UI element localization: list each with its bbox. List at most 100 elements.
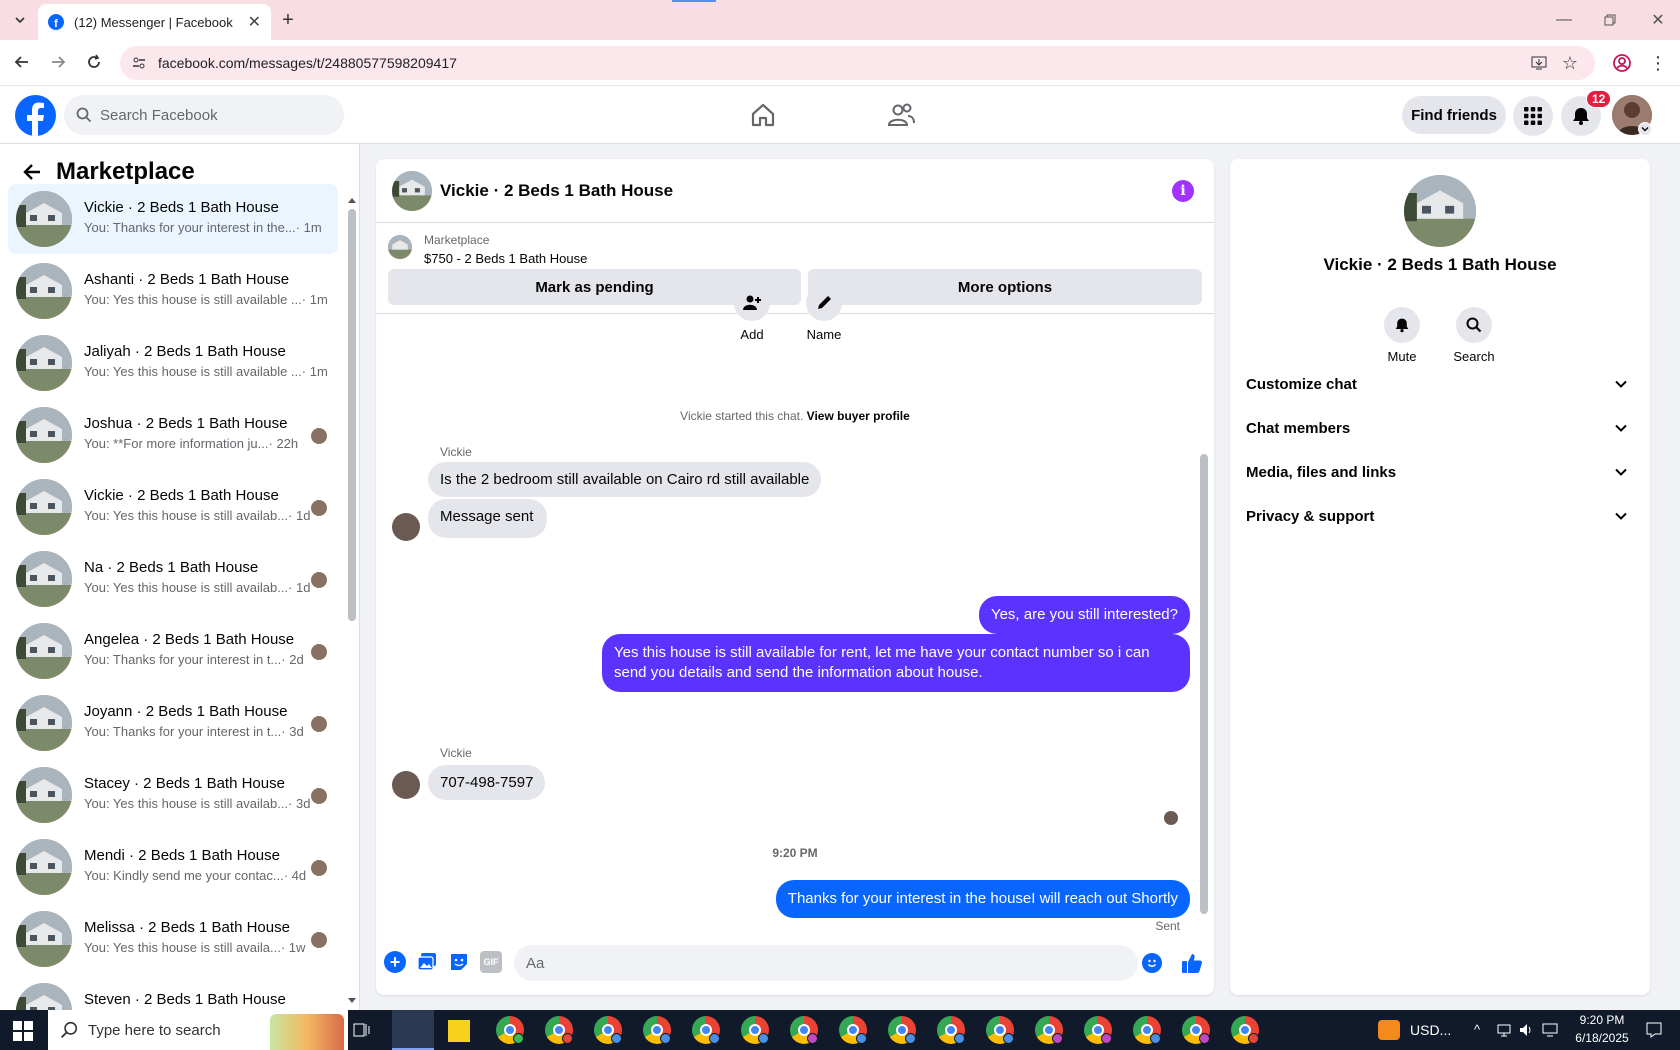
chrome-taskbar-icon[interactable] xyxy=(1084,1016,1112,1044)
account-chevron-icon[interactable] xyxy=(1638,122,1652,136)
conversation-item[interactable]: Jaliyah · 2 Beds 1 Bath House You: Yes th… xyxy=(8,328,338,398)
sender-avatar[interactable] xyxy=(392,771,420,799)
chrome-taskbar-icon[interactable] xyxy=(790,1016,818,1044)
tab-search-icon[interactable] xyxy=(8,8,32,32)
info-section-item[interactable]: Chat members xyxy=(1246,408,1634,448)
browser-tab[interactable]: f (12) Messenger | Facebook ✕ xyxy=(38,4,271,40)
chrome-taskbar-icon[interactable] xyxy=(545,1016,573,1044)
forward-icon[interactable] xyxy=(46,50,70,74)
sticker-icon[interactable] xyxy=(448,951,470,973)
find-friends-button[interactable]: Find friends xyxy=(1402,96,1506,134)
tray-app-icon[interactable] xyxy=(1378,1020,1400,1040)
scroll-up-arrow-icon[interactable] xyxy=(348,198,356,203)
clock-time[interactable]: 9:20 PM xyxy=(1568,1013,1636,1027)
profile-icon[interactable] xyxy=(1610,51,1634,75)
info-section-item[interactable]: Media, files and links xyxy=(1246,452,1634,492)
chrome-taskbar-icon[interactable] xyxy=(937,1016,965,1044)
browser-menu-icon[interactable]: ⋮ xyxy=(1646,51,1670,75)
task-view-icon[interactable] xyxy=(350,1018,374,1042)
profile-house-thumbnail[interactable] xyxy=(1404,175,1476,247)
facebook-search[interactable]: Search Facebook xyxy=(64,95,344,135)
outgoing-message[interactable]: Yes, are you still interested? xyxy=(978,596,1190,634)
outgoing-message[interactable]: Thanks for your interest in the houseI w… xyxy=(775,880,1190,918)
more-options-button[interactable]: More options xyxy=(808,269,1202,305)
conversation-info-icon[interactable]: i xyxy=(1172,180,1194,202)
gif-icon[interactable]: GIF xyxy=(480,951,502,973)
window-close-icon[interactable]: ✕ xyxy=(1646,8,1670,32)
attach-photo-icon[interactable] xyxy=(416,951,438,973)
back-icon[interactable] xyxy=(10,50,34,74)
listing-thumbnail[interactable] xyxy=(388,235,412,259)
taskbar-search[interactable]: Type here to search xyxy=(48,1010,348,1050)
tab-close-icon[interactable]: ✕ xyxy=(248,12,261,32)
view-buyer-profile-link[interactable]: View buyer profile xyxy=(807,409,910,423)
minimize-icon[interactable]: — xyxy=(1552,8,1576,32)
incoming-message[interactable]: 707-498-7597 xyxy=(428,765,546,800)
back-arrow-icon[interactable] xyxy=(20,160,44,184)
menu-grid-icon[interactable] xyxy=(1513,96,1553,136)
chrome-taskbar-icon[interactable] xyxy=(986,1016,1014,1044)
chrome-taskbar-icon[interactable] xyxy=(643,1016,671,1044)
listing-title[interactable]: $750 - 2 Beds 1 Bath House xyxy=(424,251,587,266)
chrome-taskbar-icon[interactable] xyxy=(741,1016,769,1044)
conversation-item[interactable]: Joshua · 2 Beds 1 Bath House You: **For m… xyxy=(8,400,338,470)
conversation-item[interactable]: Ashanti · 2 Beds 1 Bath House You: Yes th… xyxy=(8,256,338,326)
mute-action[interactable]: Mute xyxy=(1372,307,1432,364)
incoming-message[interactable]: Is the 2 bedroom still available on Cair… xyxy=(428,462,822,497)
conversation-item[interactable]: Na · 2 Beds 1 Bath House You: Yes this ho… xyxy=(8,544,338,614)
home-nav-icon[interactable] xyxy=(748,100,778,130)
conversation-item[interactable]: Melissa · 2 Beds 1 Bath House You: Yes th… xyxy=(8,904,338,974)
chrome-taskbar-icon[interactable] xyxy=(1182,1016,1210,1044)
info-section-item[interactable]: Privacy & support xyxy=(1246,496,1634,536)
add-people-action[interactable]: Add xyxy=(722,285,782,342)
chrome-taskbar-icon[interactable] xyxy=(594,1016,622,1044)
friends-nav-icon[interactable] xyxy=(885,100,917,130)
conversation-item[interactable]: Steven · 2 Beds 1 Bath House xyxy=(8,976,338,1010)
volume-icon[interactable] xyxy=(1518,1022,1534,1038)
windows-start-icon[interactable] xyxy=(12,1020,34,1042)
chat-house-thumbnail[interactable] xyxy=(392,171,432,211)
notification-center-icon[interactable] xyxy=(1644,1020,1664,1040)
chrome-taskbar-icon[interactable] xyxy=(1133,1016,1161,1044)
chrome-taskbar-icon[interactable] xyxy=(888,1016,916,1044)
conversation-item[interactable]: Angelea · 2 Beds 1 Bath House You: Thanks… xyxy=(8,616,338,686)
clock-date[interactable]: 6/18/2025 xyxy=(1568,1031,1636,1045)
chrome-taskbar-icon[interactable] xyxy=(1231,1016,1259,1044)
facebook-logo-icon[interactable] xyxy=(15,95,56,136)
thumbs-up-icon[interactable] xyxy=(1180,951,1204,975)
new-tab-icon[interactable]: + xyxy=(276,8,300,32)
search-in-chat-action[interactable]: Search xyxy=(1444,307,1504,364)
address-bar[interactable]: facebook.com/messages/t/2488057759820941… xyxy=(120,46,1595,80)
chrome-taskbar-icon[interactable] xyxy=(496,1016,524,1044)
restore-icon[interactable] xyxy=(1598,8,1622,32)
display-icon[interactable] xyxy=(1542,1022,1558,1038)
site-info-icon[interactable] xyxy=(130,54,148,72)
name-chat-action[interactable]: Name xyxy=(794,285,854,342)
conversation-item[interactable]: Vickie · 2 Beds 1 Bath House You: Yes thi… xyxy=(8,472,338,542)
incoming-message[interactable]: Message sent xyxy=(428,499,548,538)
conversation-item[interactable]: Mendi · 2 Beds 1 Bath House You: Kindly s… xyxy=(8,832,338,902)
sticky-notes-icon[interactable] xyxy=(448,1020,470,1042)
bookmark-star-icon[interactable]: ☆ xyxy=(1560,53,1580,73)
chrome-taskbar-icon[interactable] xyxy=(839,1016,867,1044)
chrome-taskbar-icon[interactable] xyxy=(1035,1016,1063,1044)
tray-chevron-icon[interactable]: ^ xyxy=(1474,1022,1480,1037)
info-section-item[interactable]: Customize chat xyxy=(1246,364,1634,404)
scroll-down-arrow-icon[interactable] xyxy=(348,998,356,1003)
taskbar-app-pinned[interactable] xyxy=(392,1010,434,1050)
conversation-list-scrollbar[interactable] xyxy=(348,209,356,621)
chat-scrollbar[interactable] xyxy=(1200,329,1208,937)
conversation-item[interactable]: Stacey · 2 Beds 1 Bath House You: Yes thi… xyxy=(8,760,338,830)
network-icon[interactable] xyxy=(1496,1022,1512,1038)
sender-avatar[interactable] xyxy=(392,513,420,541)
conversation-item[interactable]: Vickie · 2 Beds 1 Bath House You: Thanks … xyxy=(8,184,338,254)
reload-icon[interactable] xyxy=(82,50,106,74)
emoji-icon[interactable] xyxy=(1142,953,1162,973)
chrome-taskbar-icon[interactable] xyxy=(692,1016,720,1044)
more-actions-plus-icon[interactable]: + xyxy=(384,951,406,973)
message-input[interactable] xyxy=(514,945,1138,981)
outgoing-message[interactable]: Yes this house is still available for re… xyxy=(602,634,1190,692)
chat-title[interactable]: Vickie · 2 Beds 1 Bath House xyxy=(440,181,673,201)
install-app-icon[interactable] xyxy=(1530,54,1548,72)
conversation-item[interactable]: Joyann · 2 Beds 1 Bath House You: Thanks … xyxy=(8,688,338,758)
